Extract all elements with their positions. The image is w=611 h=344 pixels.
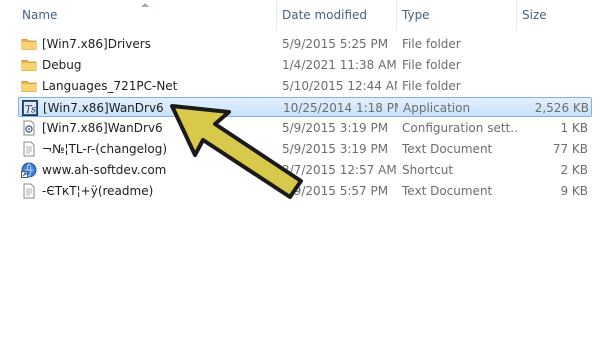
- file-name: -ЄТкТ¦+ÿ(readme): [42, 184, 154, 198]
- file-name: Debug: [42, 58, 82, 72]
- file-date-modified: 2/7/2015 12:57 AM: [282, 163, 397, 177]
- file-row[interactable]: [Win7.x86]WanDrv6 5/9/2015 3:19 PM Confi…: [18, 118, 592, 138]
- column-header-bar: Name Date modified Type Size: [0, 0, 611, 31]
- column-divider[interactable]: [516, 0, 517, 31]
- text-document-icon: [21, 141, 37, 157]
- file-name: www.ah-softdev.com: [42, 163, 167, 177]
- folder-icon: [21, 78, 37, 94]
- file-row[interactable]: ¬№¦TL-r-(changelog) 5/9/2015 3:19 PM Tex…: [18, 139, 592, 159]
- file-size: 1 KB: [560, 121, 588, 135]
- file-row[interactable]: Languages_721PC-Net 5/10/2015 12:44 AM F…: [18, 76, 592, 96]
- file-type: File folder: [402, 58, 461, 72]
- file-size: 9 KB: [560, 184, 588, 198]
- file-type: Configuration sett...: [402, 121, 517, 135]
- file-size: 2,526 KB: [534, 101, 589, 115]
- text-document-icon: [21, 183, 37, 199]
- file-type: Text Document: [402, 184, 493, 198]
- file-date-modified: 5/9/2015 3:19 PM: [282, 142, 389, 156]
- folder-icon: [21, 36, 37, 52]
- shortcut-icon: [21, 162, 37, 178]
- folder-icon: [21, 57, 37, 73]
- column-header-size[interactable]: Size: [522, 0, 547, 31]
- file-date-modified: 5/9/2015 5:25 PM: [282, 37, 389, 51]
- file-type: File folder: [402, 37, 461, 51]
- file-date-modified: 5/9/2015 5:57 PM: [282, 184, 389, 198]
- file-type: Text Document: [402, 142, 493, 156]
- file-row[interactable]: [Win7.x86]Drivers 5/9/2015 5:25 PM File …: [18, 34, 592, 54]
- file-size: [518, 76, 588, 96]
- file-type: File folder: [402, 79, 461, 93]
- application-icon: Ts: [22, 100, 38, 116]
- sort-ascending-icon: [141, 3, 149, 7]
- file-date-modified: 1/4/2021 11:38 AM: [282, 58, 397, 72]
- file-size: [518, 55, 588, 75]
- file-name: [Win7.x86]WanDrv6: [43, 101, 164, 115]
- file-row[interactable]: Debug 1/4/2021 11:38 AM File folder: [18, 55, 592, 75]
- file-name: Languages_721PC-Net: [42, 79, 178, 93]
- column-divider[interactable]: [396, 0, 397, 31]
- file-size: 77 KB: [552, 142, 588, 156]
- file-date-modified: 5/9/2015 3:19 PM: [282, 121, 389, 135]
- column-divider[interactable]: [276, 0, 277, 31]
- config-file-icon: [21, 120, 37, 136]
- file-size: [518, 34, 588, 54]
- svg-text:Ts: Ts: [25, 105, 36, 116]
- file-row[interactable]: www.ah-softdev.com 2/7/2015 12:57 AM Sho…: [18, 160, 592, 180]
- file-date-modified: 10/25/2014 1:18 PM: [283, 101, 398, 115]
- file-name: [Win7.x86]Drivers: [42, 37, 151, 51]
- file-explorer-view: Name Date modified Type Size [Win7.x86]D…: [0, 0, 611, 344]
- file-type: Application: [403, 101, 471, 115]
- column-header-name[interactable]: Name: [22, 0, 57, 31]
- file-type: Shortcut: [402, 163, 454, 177]
- file-size: 2 KB: [560, 163, 588, 177]
- file-date-modified: 5/10/2015 12:44 AM: [282, 79, 397, 93]
- file-row-selected[interactable]: Ts [Win7.x86]WanDrv6 10/25/2014 1:18 PM …: [18, 97, 592, 117]
- column-header-date-modified[interactable]: Date modified: [282, 0, 367, 31]
- file-row[interactable]: -ЄТкТ¦+ÿ(readme) 5/9/2015 5:57 PM Text D…: [18, 181, 592, 201]
- column-header-type[interactable]: Type: [402, 0, 430, 31]
- file-name: ¬№¦TL-r-(changelog): [42, 142, 168, 156]
- file-name: [Win7.x86]WanDrv6: [42, 121, 163, 135]
